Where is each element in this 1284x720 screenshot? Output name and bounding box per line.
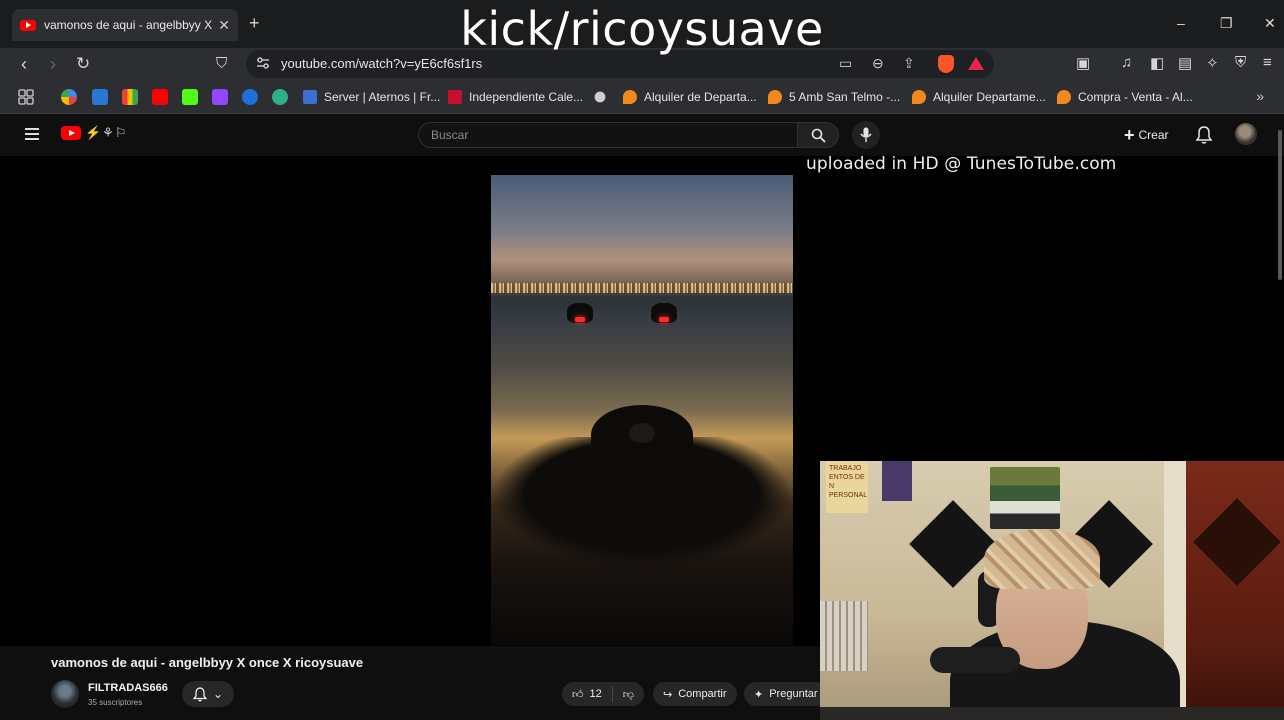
page-scrollbar[interactable] — [1278, 130, 1282, 280]
webcam-poster — [882, 461, 912, 501]
voice-search-button[interactable] — [852, 121, 880, 149]
bookmark-alquiler-1[interactable]: Alquiler de Departa... — [623, 89, 757, 105]
plus-icon: + — [1124, 124, 1135, 145]
url-text: youtube.com/watch?v=yE6cf6sf1rs — [281, 56, 483, 71]
kick-bookmark-icon[interactable] — [182, 89, 198, 105]
brave-rewards-icon[interactable] — [968, 57, 984, 70]
share-label: Compartir — [678, 688, 727, 700]
sparkle-icon: ✦ — [754, 688, 764, 701]
like-dislike-group: 👍︎ 12 👎︎ — [562, 682, 644, 706]
search-input[interactable] — [431, 127, 781, 143]
ask-label: Preguntar — [769, 688, 818, 700]
zonaprop-icon — [912, 90, 926, 104]
create-label: Crear — [1138, 128, 1169, 142]
bookmark-san-telmo[interactable]: 5 Amb San Telmo -... — [768, 89, 900, 105]
microphone-arm — [930, 647, 1020, 673]
streamer-cap — [984, 529, 1100, 589]
twitch-bookmark-icon[interactable] — [212, 89, 228, 105]
hamburger-menu-icon[interactable] — [25, 128, 39, 143]
jetski-right — [651, 303, 677, 323]
zonaprop-icon — [768, 90, 782, 104]
notifications-bell-icon[interactable] — [1195, 125, 1213, 145]
jetski-left — [567, 303, 593, 323]
apps-grid-icon[interactable] — [18, 89, 34, 105]
bookmark-independiente[interactable]: Independiente Cale... — [448, 89, 583, 105]
like-count: 12 — [589, 688, 602, 700]
onedrive-bookmark-icon[interactable] — [92, 89, 108, 105]
channel-subscribers: 35 suscriptores — [88, 698, 143, 707]
gmail-bookmark-icon[interactable] — [122, 89, 138, 105]
bookmark-alquiler-2[interactable]: Alquiler Departame... — [912, 89, 1046, 105]
chevron-down-icon: ⌄ — [212, 687, 224, 701]
youtube-bookmark-icon[interactable] — [152, 89, 168, 105]
youtube-header: ⚡⚘⚐ + Crear — [0, 114, 1284, 156]
more-bookmarks-button[interactable]: » — [1256, 88, 1264, 104]
bookmark-compra-venta[interactable]: Compra - Venta - Al... — [1057, 89, 1193, 105]
desk-edge — [820, 707, 1284, 720]
uploaded-caption: uploaded in HD @ TunesToTube.com — [806, 154, 1117, 174]
city-lights — [491, 283, 793, 293]
create-button[interactable]: + Crear — [1124, 122, 1169, 148]
channel-name[interactable]: FILTRADAS666 — [88, 682, 168, 694]
screen: vamonos de aqui - angelbbyy X ✕ + – ❐ ✕ … — [0, 0, 1284, 720]
subscribed-button[interactable]: ⌄ — [182, 681, 234, 707]
site-bookmark-icon[interactable] — [272, 89, 288, 105]
user-avatar[interactable] — [1235, 123, 1257, 145]
search-button[interactable] — [797, 122, 839, 148]
independiente-icon — [448, 90, 462, 104]
video-title: vamonos de aqui - angelbbyy X once X ric… — [51, 655, 364, 670]
video-thumbnail-jetski[interactable] — [491, 175, 793, 645]
divider — [611, 686, 613, 702]
share-arrow-icon: ↪ — [663, 688, 673, 701]
radiator — [820, 601, 868, 671]
zonaprop-icon — [623, 90, 637, 104]
ask-button[interactable]: ✦ Preguntar — [744, 682, 828, 706]
jetski-dashboard — [591, 405, 693, 465]
channel-avatar[interactable] — [51, 680, 79, 708]
bookmarks-bar: Server | Aternos | Fr... Independiente C… — [0, 80, 1284, 114]
thumbs-down-icon[interactable]: 👎︎ — [623, 688, 634, 701]
video-info: vamonos de aqui - angelbbyy X once X ric… — [0, 646, 828, 720]
vscode-bookmark-icon[interactable] — [242, 89, 258, 105]
share-button[interactable]: ↪ Compartir — [653, 682, 737, 706]
search-icon — [811, 128, 826, 143]
webcam-wall-sign: TRABAJO ENTOS DE N PERSONAL — [826, 461, 868, 513]
copilot-bookmark-icon[interactable] — [61, 89, 77, 105]
globe-icon[interactable] — [592, 89, 608, 105]
stream-overlay-title: kick/ricoysuave — [460, 2, 824, 56]
bookmark-aternos[interactable]: Server | Aternos | Fr... — [303, 89, 440, 105]
like-button[interactable]: 👍︎ 12 — [572, 688, 602, 701]
site-settings-icon[interactable] — [256, 56, 270, 70]
search-field[interactable] — [418, 122, 798, 148]
streamer-webcam: TRABAJO ENTOS DE N PERSONAL — [820, 461, 1284, 720]
figurine-shelf — [990, 467, 1060, 529]
youtube-logo[interactable] — [61, 126, 81, 140]
microphone-icon — [860, 127, 872, 142]
zonaprop-icon — [1057, 90, 1071, 104]
aternos-icon — [303, 90, 317, 104]
bell-ring-icon — [192, 686, 207, 701]
youtube-doodle-icon[interactable]: ⚡⚘⚐ — [85, 125, 128, 141]
thumbs-up-icon: 👍︎ — [572, 688, 584, 701]
